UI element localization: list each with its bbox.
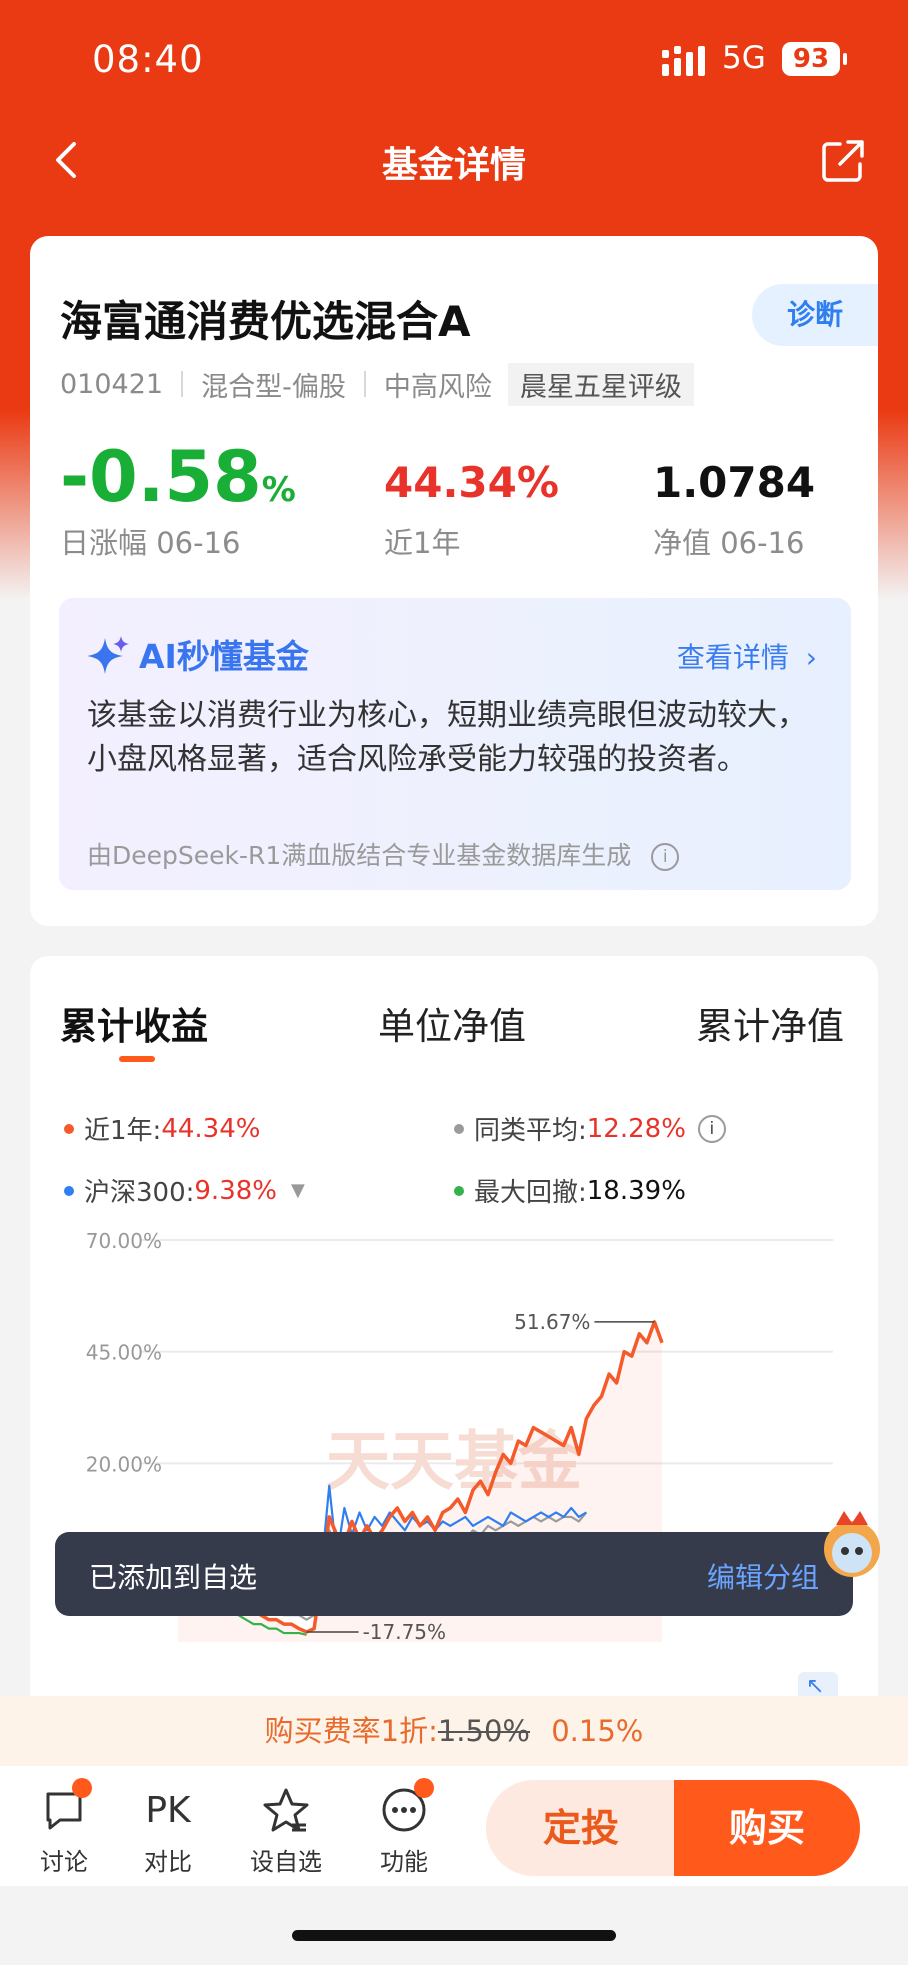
daily-change-label: 日涨幅 06-16 — [60, 526, 241, 560]
add-watchlist-label: 设自选 — [250, 1848, 322, 1876]
battery-tip — [843, 53, 847, 65]
y-tick-label: 45.00% — [86, 1341, 162, 1365]
buy-button[interactable]: 购买 — [674, 1780, 860, 1876]
fund-code: 010421 — [60, 368, 164, 400]
fee-new: 0.15% — [551, 1714, 644, 1748]
info-icon[interactable]: i — [697, 1114, 726, 1143]
min-label: -17.75% — [363, 1620, 446, 1644]
daily-change-unit: % — [261, 470, 296, 510]
discuss-label: 讨论 — [40, 1848, 88, 1876]
add-watchlist-button[interactable]: 设自选 — [246, 1784, 326, 1877]
battery-level: 93 — [782, 42, 840, 76]
ai-title: AI秒懂基金 — [139, 637, 309, 676]
ai-summary-text: 该基金以消费行业为核心，短期业绩亮眼但波动较大，小盘风格显著，适合风险承受能力较… — [87, 698, 807, 777]
legend-fund-label: 近1年: — [84, 1116, 162, 1146]
legend-peer: 同类平均: 12.28% i — [454, 1110, 726, 1147]
year-return-label: 近1年 — [384, 526, 461, 560]
legend-index[interactable]: 沪深300: 9.38% ▼ — [64, 1172, 305, 1209]
assistant-mascot-icon[interactable] — [812, 1505, 886, 1585]
signal-icon — [662, 46, 705, 76]
y-tick-label: 70.00% — [86, 1229, 162, 1253]
legend-index-value: 9.38% — [194, 1175, 277, 1206]
page-title: 基金详情 — [381, 145, 526, 186]
fee-old: 1.50% — [437, 1714, 530, 1748]
share-icon[interactable] — [820, 138, 866, 184]
fund-name: 海富通消费优选混合A — [60, 297, 471, 346]
tab-cumulative-nav[interactable]: 累计净值 — [696, 996, 844, 1050]
sparkle-icon — [87, 636, 129, 674]
fee-prefix: 购买费率1折: — [264, 1714, 438, 1748]
notification-badge — [72, 1778, 92, 1798]
y-tick-label: 20.00% — [86, 1452, 162, 1476]
fund-summary-card: 海富通消费优选混合A 诊断 010421 混合型-偏股 中高风险 晨星五星评级 … — [30, 236, 878, 926]
status-bar: 08:40 5G 93 — [0, 30, 908, 90]
edit-group-link[interactable]: 编辑分组 — [707, 1556, 819, 1596]
ai-source: 由DeepSeek-R1满血版结合专业基金数据库生成 i — [87, 836, 680, 872]
tab-unit-nav[interactable]: 单位净值 — [378, 996, 526, 1050]
notification-badge — [414, 1778, 434, 1798]
fund-meta: 010421 混合型-偏股 中高风险 晨星五星评级 — [60, 362, 694, 406]
return-chart[interactable]: 70.00%45.00%20.00%-5.00%天天基金51.67%-17.75… — [30, 1222, 878, 1716]
dropdown-icon[interactable]: ▼ — [291, 1180, 305, 1201]
ai-summary-panel[interactable]: AI秒懂基金 查看详情 › 该基金以消费行业为核心，短期业绩亮眼但波动较大，小盘… — [59, 598, 851, 890]
auto-invest-button[interactable]: 定投 — [486, 1780, 676, 1876]
legend-peer-value: 12.28% — [586, 1113, 686, 1144]
pk-icon: PK — [145, 1789, 191, 1831]
tab-cumulative-return[interactable]: 累计收益 — [60, 996, 208, 1050]
chevron-right-icon: › — [805, 641, 817, 674]
info-icon[interactable]: i — [651, 843, 680, 871]
legend-fund: 近1年: 44.34% — [64, 1110, 260, 1147]
nav-bar: 基金详情 — [0, 130, 908, 190]
nav-value: 1.0784 — [653, 458, 816, 507]
status-time: 08:40 — [92, 38, 204, 81]
divider — [363, 371, 366, 397]
legend-dot — [454, 1123, 464, 1134]
more-functions-button[interactable]: 功能 — [364, 1778, 444, 1877]
ai-detail-label: 查看详情 — [676, 641, 789, 674]
legend-dot — [454, 1185, 464, 1196]
ai-source-text: 由DeepSeek-R1满血版结合专业基金数据库生成 — [87, 841, 632, 870]
fee-bar: 购买费率1折:1.50% 0.15% — [0, 1696, 908, 1766]
legend-dot — [64, 1185, 74, 1196]
tab-indicator — [119, 1056, 155, 1062]
max-label: 51.67% — [514, 1310, 590, 1334]
divider — [181, 371, 184, 397]
year-return-value: 44.34% — [384, 458, 559, 507]
legend-dot — [64, 1123, 74, 1134]
compare-label: 对比 — [144, 1848, 192, 1876]
legend-peer-label: 同类平均: — [474, 1116, 587, 1146]
legend-drawdown-label: 最大回撤: — [474, 1178, 587, 1208]
discuss-button[interactable]: 讨论 — [24, 1778, 104, 1877]
ai-detail-link[interactable]: 查看详情 › — [677, 636, 817, 676]
legend-fund-value: 44.34% — [161, 1113, 261, 1144]
fund-risk: 中高风险 — [383, 371, 492, 403]
legend-drawdown: 最大回撤: 18.39% — [454, 1172, 686, 1209]
bottom-action-bar: 讨论 PK 对比 设自选 功能 定投 购买 — [0, 1766, 908, 1886]
daily-change-number: -0.58 — [60, 436, 262, 518]
diagnose-button[interactable]: 诊断 — [752, 284, 878, 346]
toast: 已添加到自选 编辑分组 — [55, 1532, 853, 1616]
network-type: 5G — [722, 40, 766, 76]
fund-type: 混合型-偏股 — [201, 371, 346, 403]
legend-index-label: 沪深300: — [84, 1178, 195, 1208]
compare-button[interactable]: PK 对比 — [128, 1784, 208, 1877]
home-indicator — [292, 1930, 616, 1941]
legend-drawdown-value: 18.39% — [586, 1175, 686, 1206]
more-functions-label: 功能 — [380, 1848, 428, 1876]
star-icon — [263, 1788, 309, 1832]
toast-message: 已添加到自选 — [89, 1561, 258, 1594]
daily-change-value: -0.58% — [60, 436, 296, 518]
nav-label: 净值 06-16 — [653, 526, 805, 560]
rating-tag[interactable]: 晨星五星评级 — [507, 362, 694, 406]
